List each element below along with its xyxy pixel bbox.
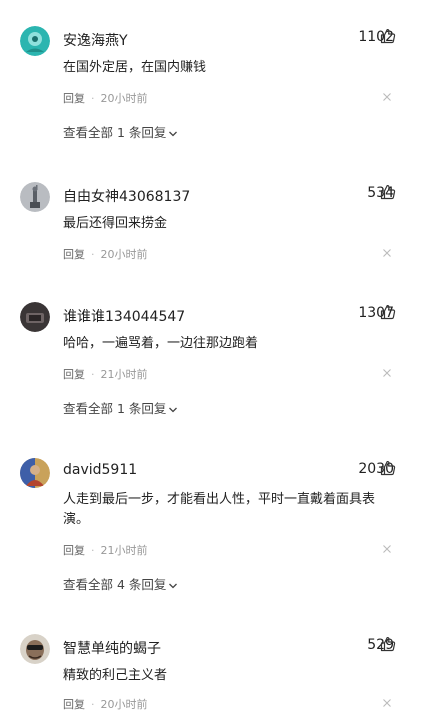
thumbs-up-icon[interactable] bbox=[380, 184, 396, 200]
avatar[interactable] bbox=[20, 26, 50, 56]
username[interactable]: 安逸海燕Y bbox=[63, 30, 128, 50]
timestamp: 20小时前 bbox=[100, 698, 148, 711]
comment-text: 精致的利己主义者 bbox=[63, 668, 168, 683]
avatar[interactable] bbox=[20, 302, 50, 332]
comment-text: 哈哈，一遍骂着，一边往那边跑着 bbox=[63, 336, 259, 351]
view-all-replies-label: 查看全部 4 条回复 bbox=[63, 577, 167, 592]
reply-button[interactable]: 回复 bbox=[63, 92, 85, 105]
chevron-down-icon bbox=[169, 583, 178, 588]
view-all-replies-label: 查看全部 1 条回复 bbox=[63, 401, 167, 416]
comment-meta: 回复 · 21小时前 bbox=[63, 368, 148, 381]
comment-meta: 回复 · 21小时前 bbox=[63, 544, 148, 557]
view-all-replies-label: 查看全部 1 条回复 bbox=[63, 125, 167, 140]
reply-button[interactable]: 回复 bbox=[63, 368, 85, 381]
thumbs-up-icon[interactable] bbox=[380, 460, 396, 476]
close-icon[interactable] bbox=[382, 368, 392, 378]
view-all-replies-link[interactable]: 查看全部 1 条回复 bbox=[63, 398, 178, 417]
comment-list: 安逸海燕Y 1102 在国外定居，在国内赚钱 回复 · 20小时前 查看全部 1 条… bbox=[0, 0, 428, 711]
comment-text: 人走到最后一步，才能看出人性，平时一直戴着面具表演。 bbox=[63, 492, 376, 527]
username[interactable]: 智慧单纯的蝎子 bbox=[63, 638, 161, 658]
close-icon[interactable] bbox=[382, 248, 392, 258]
close-icon[interactable] bbox=[382, 544, 392, 554]
thumbs-up-icon[interactable] bbox=[380, 28, 396, 44]
username[interactable]: 自由女神43068137 bbox=[63, 186, 190, 206]
comment-text: 在国外定居，在国内赚钱 bbox=[63, 60, 207, 75]
avatar[interactable] bbox=[20, 458, 50, 488]
timestamp: 21小时前 bbox=[100, 544, 148, 557]
thumbs-up-icon[interactable] bbox=[380, 304, 396, 320]
comment-meta: 回复 · 20小时前 bbox=[63, 698, 148, 711]
username[interactable]: david5911 bbox=[63, 462, 137, 478]
view-all-replies-link[interactable]: 查看全部 4 条回复 bbox=[63, 574, 178, 593]
avatar[interactable] bbox=[20, 182, 50, 212]
timestamp: 21小时前 bbox=[100, 368, 148, 381]
close-icon[interactable] bbox=[382, 698, 392, 708]
thumbs-up-icon[interactable] bbox=[380, 636, 396, 652]
comment-meta: 回复 · 20小时前 bbox=[63, 92, 148, 105]
comment-meta: 回复 · 20小时前 bbox=[63, 248, 148, 261]
reply-button[interactable]: 回复 bbox=[63, 248, 85, 261]
username[interactable]: 谁谁谁134044547 bbox=[63, 306, 185, 326]
close-icon[interactable] bbox=[382, 92, 392, 102]
avatar[interactable] bbox=[20, 634, 50, 664]
reply-button[interactable]: 回复 bbox=[63, 698, 85, 711]
chevron-down-icon bbox=[169, 131, 178, 136]
comment-text: 最后还得回来捞金 bbox=[63, 216, 168, 231]
reply-button[interactable]: 回复 bbox=[63, 544, 85, 557]
timestamp: 20小时前 bbox=[100, 248, 148, 261]
view-all-replies-link[interactable]: 查看全部 1 条回复 bbox=[63, 122, 178, 141]
chevron-down-icon bbox=[169, 407, 178, 412]
timestamp: 20小时前 bbox=[100, 92, 148, 105]
